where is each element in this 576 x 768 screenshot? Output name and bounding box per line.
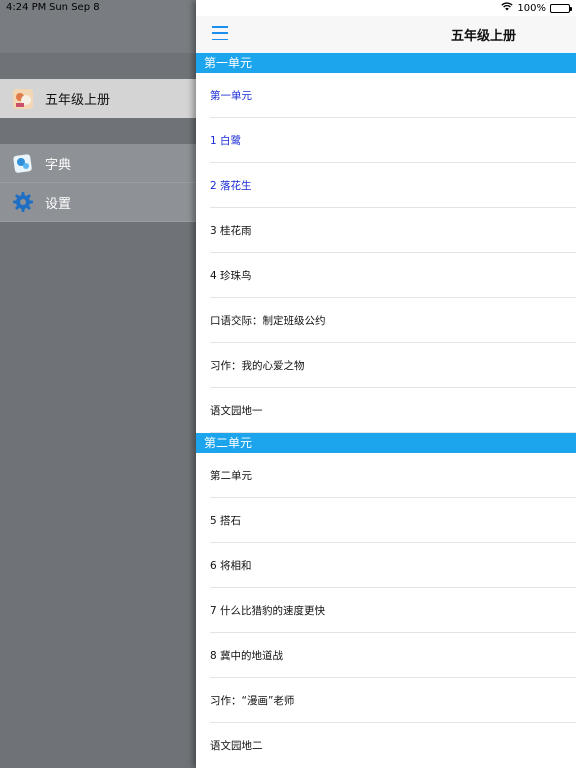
sidebar-item-grade5-vol1[interactable]: 五年级上册 bbox=[0, 79, 196, 118]
gear-icon bbox=[12, 191, 34, 213]
sidebar-item-settings[interactable]: 设置 bbox=[0, 183, 196, 222]
sidebar-item-label: 字典 bbox=[45, 157, 72, 173]
lesson-row[interactable]: 第二单元 bbox=[196, 453, 576, 498]
section-header: 第一单元 bbox=[196, 53, 576, 73]
lesson-label: 2 落花生 bbox=[210, 180, 252, 192]
lesson-label: 口语交际：制定班级公约 bbox=[210, 315, 326, 327]
lesson-row[interactable]: 4 珍珠鸟 bbox=[196, 253, 576, 298]
lesson-row[interactable]: 5 搭石 bbox=[196, 498, 576, 543]
battery-icon bbox=[550, 3, 572, 13]
lesson-row[interactable]: 2 落花生 bbox=[196, 163, 576, 208]
lesson-label: 习作：“漫画”老师 bbox=[210, 695, 295, 707]
lesson-row[interactable]: 语文园地二 bbox=[196, 723, 576, 768]
lesson-label: 语文园地二 bbox=[210, 740, 263, 752]
navigation-bar: 五年级上册 bbox=[196, 16, 576, 53]
lesson-row[interactable]: 习作：“漫画”老师 bbox=[196, 678, 576, 723]
sidebar-item-label: 设置 bbox=[45, 196, 72, 212]
book-cover-icon bbox=[12, 88, 34, 110]
lesson-row[interactable]: 习作：我的心爱之物 bbox=[196, 343, 576, 388]
sidebar: 五年级上册 字典 设置 bbox=[0, 0, 196, 768]
lesson-label: 习作：我的心爱之物 bbox=[210, 360, 305, 372]
status-bar: 4:24 PM Sun Sep 8 100% bbox=[0, 0, 576, 16]
wifi-icon bbox=[501, 2, 514, 14]
lesson-row[interactable]: 3 桂花雨 bbox=[196, 208, 576, 253]
sidebar-item-dictionary[interactable]: 字典 bbox=[0, 144, 196, 183]
status-time: 4:24 PM bbox=[6, 2, 47, 13]
lesson-label: 6 将相和 bbox=[210, 560, 252, 572]
lesson-row[interactable]: 1 白鹭 bbox=[196, 118, 576, 163]
lesson-row[interactable]: 8 冀中的地道战 bbox=[196, 633, 576, 678]
battery-percent: 100% bbox=[517, 2, 546, 14]
lesson-row[interactable]: 7 什么比猎豹的速度更快 bbox=[196, 588, 576, 633]
lesson-label: 1 白鹭 bbox=[210, 135, 242, 147]
lesson-row[interactable]: 口语交际：制定班级公约 bbox=[196, 298, 576, 343]
lesson-label: 语文园地一 bbox=[210, 405, 263, 417]
lesson-label: 5 搭石 bbox=[210, 515, 242, 527]
lesson-label: 3 桂花雨 bbox=[210, 225, 252, 237]
lesson-list: 第一单元 第一单元 1 白鹭 2 落花生 3 桂花雨 4 珍珠鸟 口语交际：制定班级公约 习作… bbox=[196, 53, 576, 768]
dictionary-icon bbox=[12, 152, 34, 174]
lesson-label: 4 珍珠鸟 bbox=[210, 270, 252, 282]
lesson-label: 第一单元 bbox=[210, 90, 252, 102]
lesson-row[interactable]: 语文园地一 bbox=[196, 388, 576, 433]
content-panel: 五年级上册 第一单元 第一单元 1 白鹭 2 落花生 3 桂花雨 4 珍珠鸟 口语交际：制定… bbox=[196, 0, 576, 768]
lesson-label: 7 什么比猎豹的速度更快 bbox=[210, 605, 326, 617]
page-title: 五年级上册 bbox=[450, 29, 516, 44]
lesson-row[interactable]: 第一单元 bbox=[196, 73, 576, 118]
lesson-label: 8 冀中的地道战 bbox=[210, 650, 284, 662]
status-date: Sun Sep 8 bbox=[49, 2, 100, 13]
lesson-label: 第二单元 bbox=[210, 470, 252, 482]
section-header: 第二单元 bbox=[196, 433, 576, 453]
lesson-row[interactable]: 6 将相和 bbox=[196, 543, 576, 588]
sidebar-item-label: 五年级上册 bbox=[45, 93, 111, 108]
